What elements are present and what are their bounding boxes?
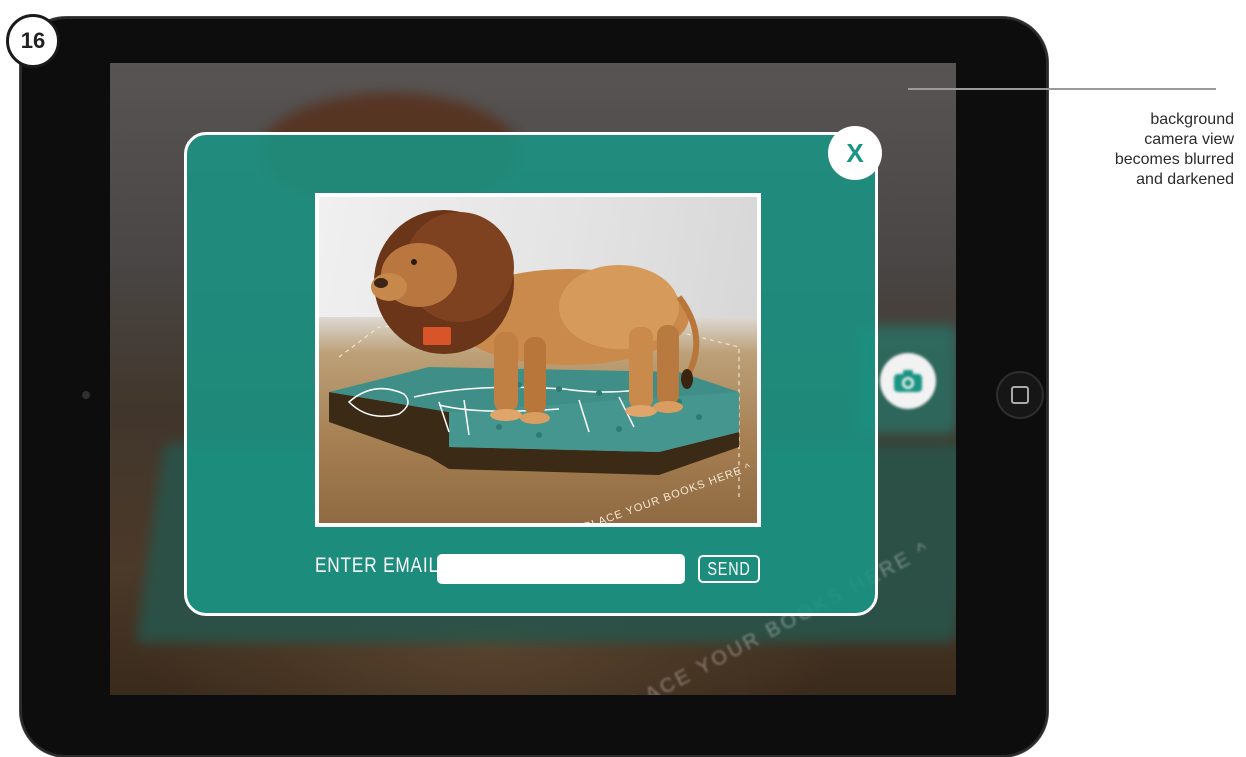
front-camera-dot — [82, 391, 90, 399]
home-button[interactable] — [996, 371, 1044, 419]
step-number-badge: 16 — [6, 14, 60, 68]
email-field-label: ENTER EMAIL — [315, 554, 439, 577]
send-button[interactable]: SEND — [698, 555, 760, 583]
annotation-line-3: becomes blurred — [1114, 151, 1234, 168]
annotation-line-4: and darkened — [1136, 171, 1234, 188]
captured-photo: ^ PLACE YOUR BOOKS HERE ^ — [319, 197, 757, 523]
camera-icon — [894, 370, 922, 392]
book-logo-mark — [423, 327, 451, 345]
captured-photo-frame: ^ PLACE YOUR BOOKS HERE ^ — [315, 193, 761, 527]
close-icon: X — [846, 137, 864, 168]
annotation-line-1: background — [1150, 111, 1234, 128]
ar-lion-scene — [329, 210, 740, 497]
send-button-label: SEND — [707, 558, 751, 579]
capture-photo-button[interactable] — [880, 353, 936, 409]
annotation-note: background camera view becomes blurred a… — [1044, 110, 1234, 190]
annotation-line-2: camera view — [1144, 131, 1234, 148]
email-field[interactable] — [437, 554, 685, 584]
home-button-icon — [1011, 386, 1029, 404]
annotation-leader-line — [908, 88, 1216, 90]
close-dialog-button[interactable]: X — [828, 126, 882, 180]
